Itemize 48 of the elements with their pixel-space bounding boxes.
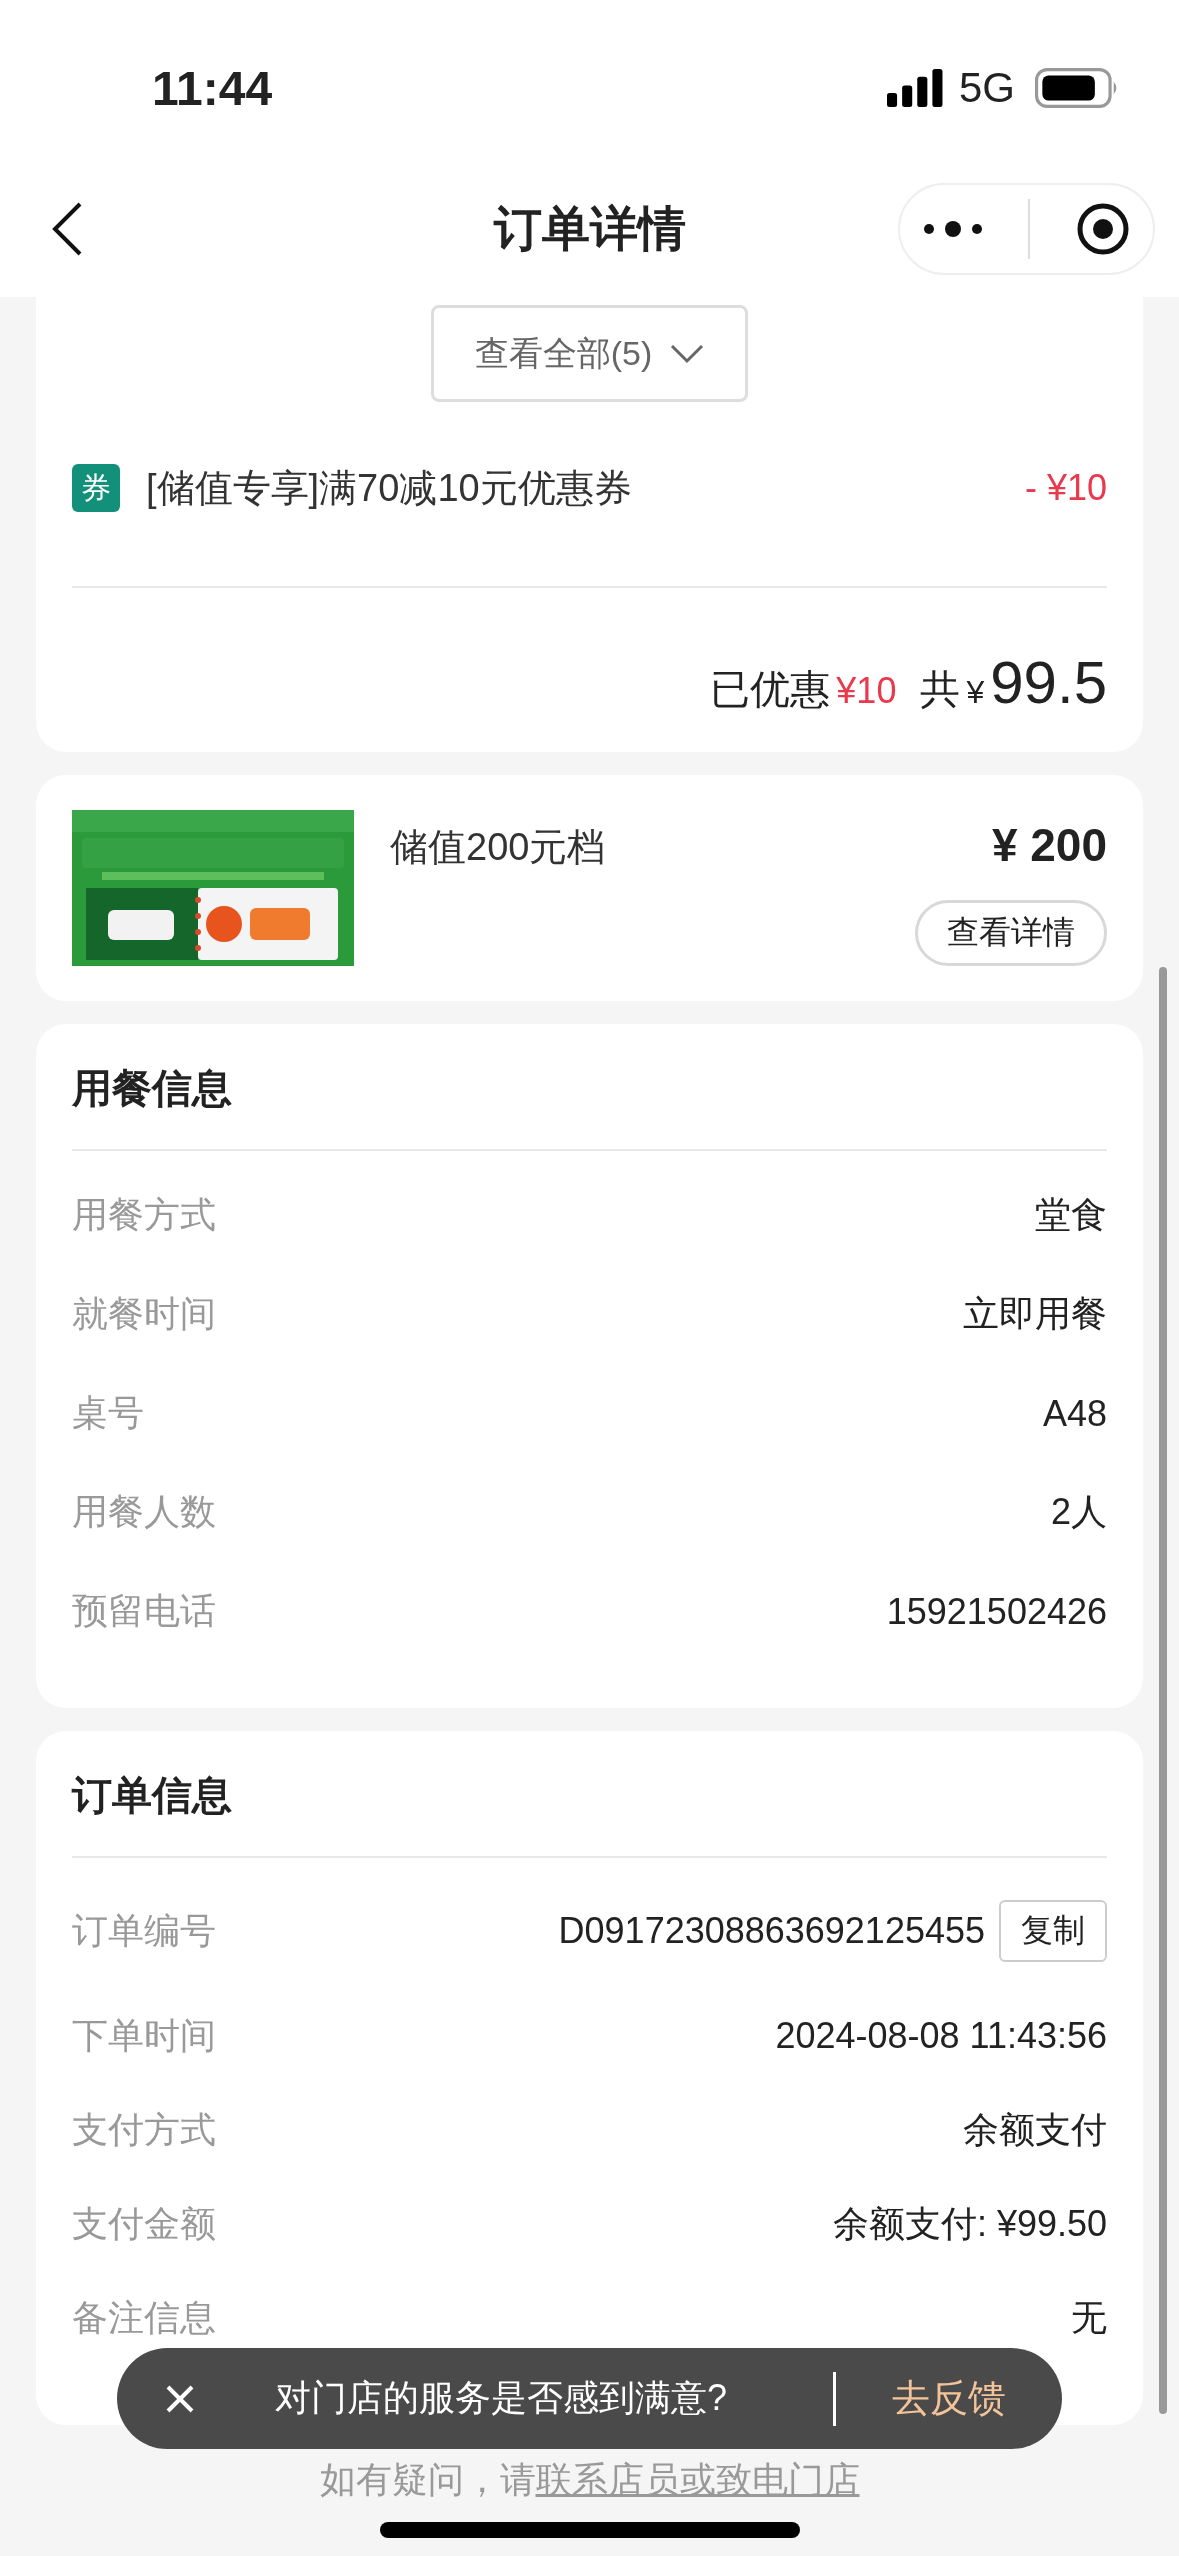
clock-time: 11:44 <box>152 60 273 116</box>
section-title: 订单信息 <box>72 1772 233 1819</box>
field-value: 余额支付: ¥99.50 <box>832 2201 1107 2246</box>
product-price: ¥ 200 <box>991 818 1107 872</box>
discount-label: 已优惠 <box>710 666 831 713</box>
help-text: 如有疑问，请 <box>319 2459 536 2500</box>
field-value: 余额支付 <box>963 2107 1107 2152</box>
field-label: 订单编号 <box>72 1908 216 1953</box>
section-title: 用餐信息 <box>72 1065 233 1112</box>
view-details-button[interactable]: 查看详情 <box>915 900 1107 966</box>
field-value: 15921502426 <box>886 1590 1107 1633</box>
field-value: 2人 <box>1050 1490 1107 1534</box>
network-label: 5G <box>958 64 1015 112</box>
coupon-badge: 券 <box>72 464 120 512</box>
field-value: 堂食 <box>1035 1193 1107 1237</box>
page-title: 订单详情 <box>493 200 686 257</box>
field-label: 支付金额 <box>72 2201 216 2246</box>
product-name: 储值200元档 <box>390 825 607 870</box>
field-label: 桌号 <box>72 1391 144 1435</box>
field-label: 支付方式 <box>72 2107 216 2152</box>
field-value: D09172308863692125455 <box>558 1910 985 1952</box>
field-value: A48 <box>1042 1392 1107 1435</box>
field-label: 备注信息 <box>72 2295 216 2340</box>
field-label: 预留电话 <box>72 1589 216 1633</box>
field-label: 用餐方式 <box>72 1193 216 1237</box>
field-label: 就餐时间 <box>72 1292 216 1336</box>
field-label: 用餐人数 <box>72 1490 216 1534</box>
total-amount: 99.5 <box>990 648 1107 717</box>
field-value: 立即用餐 <box>963 1292 1107 1336</box>
battery-icon <box>1035 68 1119 108</box>
toast-message: 对门店的服务是否感到满意? <box>275 2376 729 2420</box>
close-icon[interactable] <box>165 2383 195 2414</box>
field-value: 无 <box>1071 2295 1107 2340</box>
close-target-icon[interactable] <box>1076 201 1131 256</box>
field-value: 2024-08-08 11:43:56 <box>775 2015 1107 2057</box>
copy-button[interactable]: 复制 <box>999 1900 1107 1962</box>
total-label: 共 <box>920 666 961 713</box>
more-icon[interactable] <box>922 218 983 239</box>
chevron-down-icon <box>670 343 705 364</box>
discount-name: [储值专享]满70减10元优惠券 <box>146 465 633 511</box>
back-icon[interactable] <box>50 200 84 257</box>
field-label: 下单时间 <box>72 2013 216 2058</box>
feedback-link[interactable]: 去反馈 <box>892 2373 1006 2424</box>
signal-icon <box>886 69 945 107</box>
view-all-button[interactable]: 查看全部(5) <box>431 305 748 402</box>
currency-sign: ¥ <box>966 674 985 711</box>
discount-total: ¥10 <box>836 670 897 712</box>
discount-amount: - ¥10 <box>1024 467 1107 509</box>
